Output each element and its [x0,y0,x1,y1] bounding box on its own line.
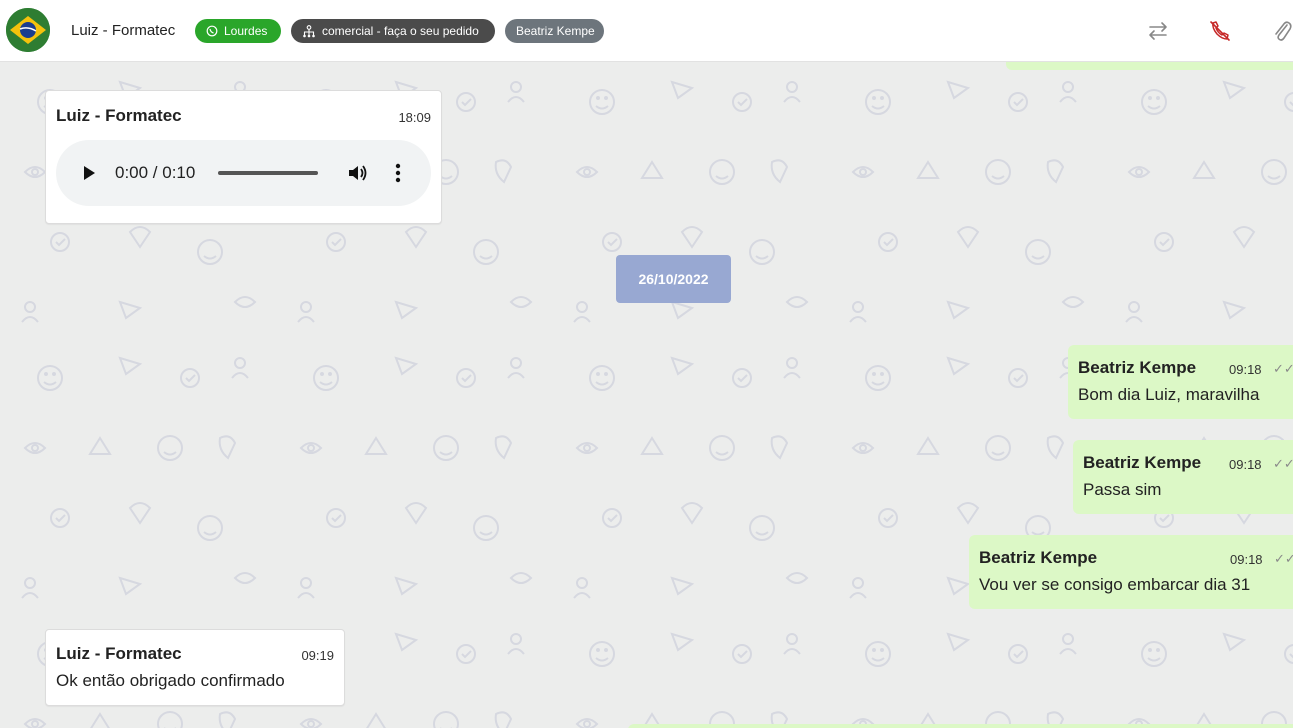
queue-chip-label: comercial - faça o seu pedido [322,24,479,38]
transfer-button[interactable] [1145,18,1171,44]
message-text: Passa sim [1083,480,1162,499]
hierarchy-icon [303,24,315,37]
message-text: Vou ver se consigo embarcar dia 31 [979,575,1251,594]
message-text: Ok então obrigado confirmado [56,671,285,690]
message-sender: Beatriz Kempe [979,548,1098,567]
outgoing-message: Beatriz Kempe 09:18 ✓✓ Bom dia Luiz, mar… [1068,345,1293,419]
message-bubble-partial [1006,62,1293,70]
contact-name[interactable]: Luiz - Formatec [71,22,175,39]
attach-icon [1275,21,1292,41]
audio-options-button[interactable] [394,162,402,189]
agent-chip-label: Beatriz Kempe [516,24,595,38]
message-time: 09:19 [301,648,334,663]
play-button[interactable] [80,164,98,187]
message-bubble-partial [628,724,1293,728]
double-check-icon: ✓✓ [1273,361,1293,376]
audio-player: 0:00 / 0:10 [56,140,431,206]
message-sender: Luiz - Formatec [56,644,182,663]
end-call-icon [1210,21,1230,41]
message-sender: Beatriz Kempe [1078,358,1197,377]
attach-button[interactable] [1269,18,1293,44]
double-check-icon: ✓✓ [1274,551,1293,566]
double-check-icon: ✓✓ [1273,456,1293,471]
incoming-message: Luiz - Formatec 09:19 Ok então obrigado … [45,629,345,706]
audio-progress[interactable] [218,171,318,175]
volume-icon [349,165,367,181]
transfer-icon [1149,22,1167,40]
end-call-button[interactable] [1207,18,1233,44]
connection-chip-label: Lourdes [224,24,268,38]
audio-time: 0:00 / 0:10 [115,163,196,182]
message-time: 09:18 [1230,552,1263,567]
message-text: Bom dia Luiz, maravilha [1078,385,1260,404]
whatsapp-icon [206,25,218,37]
avatar[interactable] [6,8,50,52]
play-icon [84,166,95,180]
outgoing-message: Beatriz Kempe 09:18 ✓✓ Passa sim [1073,440,1293,514]
message-time: 09:18 [1229,362,1262,377]
outgoing-message: Beatriz Kempe 09:18 ✓✓ Vou ver se consig… [969,535,1293,609]
chat-area[interactable]: Luiz - Formatec 18:09 0:00 / 0:10 26/10/… [0,62,1293,728]
queue-chip[interactable]: comercial - faça o seu pedido [291,19,495,43]
message-time: 09:18 [1229,457,1262,472]
brazil-flag-icon [6,8,50,52]
message-sender: Beatriz Kempe [1083,453,1202,472]
more-vertical-icon [395,163,401,183]
message-sender: Luiz - Formatec [56,106,182,125]
chat-header: Luiz - Formatec Lourdes comercial - faça… [0,0,1293,62]
audio-message: Luiz - Formatec 18:09 0:00 / 0:10 [45,90,442,224]
agent-chip[interactable]: Beatriz Kempe [505,19,604,43]
message-time: 18:09 [398,110,431,125]
connection-chip[interactable]: Lourdes [195,19,281,43]
volume-button[interactable] [346,162,368,189]
date-divider: 26/10/2022 [616,255,731,303]
